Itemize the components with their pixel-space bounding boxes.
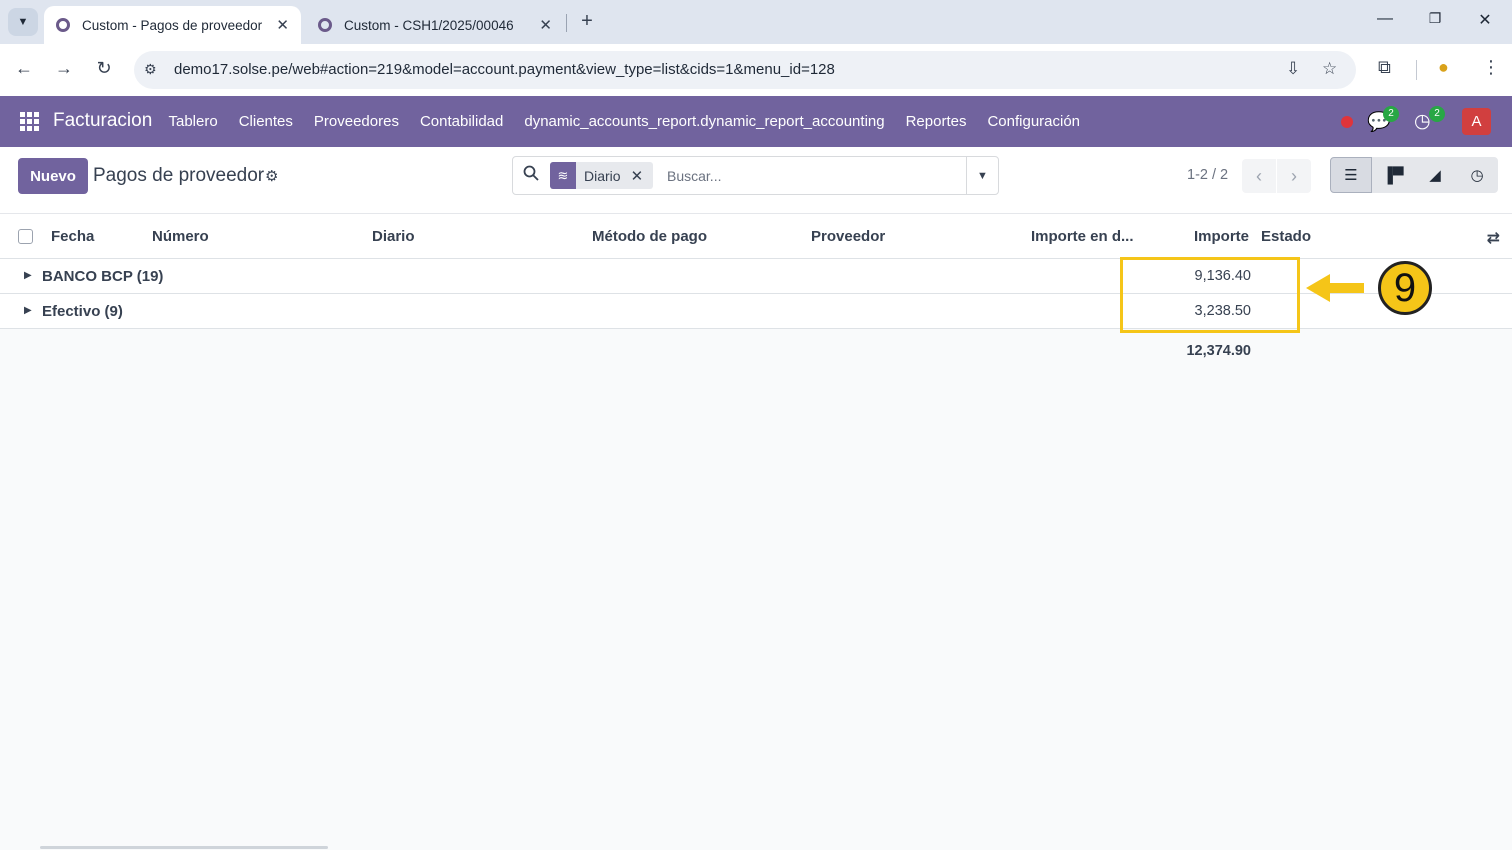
- forward-button[interactable]: →: [52, 58, 76, 79]
- column-diario[interactable]: Diario: [372, 228, 415, 245]
- window-close-button[interactable]: ✕: [1470, 10, 1500, 30]
- list-footer-total: 12,374.90: [0, 329, 1512, 373]
- menu-item-configuracion[interactable]: Configuración: [977, 113, 1091, 130]
- highlight-box: [1120, 257, 1300, 333]
- minimize-button[interactable]: —: [1370, 10, 1400, 28]
- close-icon[interactable]: ✕: [629, 162, 654, 189]
- gear-icon[interactable]: ⚙: [265, 167, 278, 185]
- column-numero[interactable]: Número: [152, 228, 209, 245]
- graph-view-button[interactable]: ◢: [1414, 157, 1456, 193]
- browser-tab[interactable]: Custom - CSH1/2025/00046 ✕: [306, 6, 564, 44]
- column-metodo-pago[interactable]: Método de pago: [592, 228, 707, 245]
- browser-tab-strip: ▼ Custom - Pagos de proveedor ✕ Custom -…: [0, 0, 1512, 44]
- chevron-right-icon: ›: [1291, 165, 1297, 186]
- close-icon[interactable]: ✕: [276, 16, 289, 34]
- tab-divider: [566, 14, 567, 32]
- search-facet: ≋ Diario ✕: [550, 162, 654, 189]
- list-icon: ☰: [1344, 167, 1358, 184]
- menu-item-reportes[interactable]: Reportes: [895, 113, 977, 130]
- menu-item-dynamic-report[interactable]: dynamic_accounts_report.dynamic_report_a…: [514, 113, 895, 130]
- step-number-badge: 9: [1378, 261, 1432, 315]
- horizontal-scrollbar[interactable]: [40, 846, 328, 849]
- site-info-icon[interactable]: ⚙: [144, 61, 157, 78]
- profile-icon[interactable]: ●: [1438, 57, 1449, 78]
- install-icon[interactable]: ⇩: [1286, 59, 1300, 79]
- pager-value[interactable]: 1-2 / 2: [1187, 167, 1228, 183]
- optional-columns-icon[interactable]: ⇄: [1487, 228, 1500, 248]
- group-by-icon: ≋: [550, 162, 576, 189]
- search-input[interactable]: [667, 165, 957, 187]
- status-dot[interactable]: [1341, 116, 1353, 128]
- group-name: Efectivo (9): [42, 303, 123, 320]
- caret-right-icon: ▶: [24, 270, 32, 281]
- kebab-icon[interactable]: ⋮: [1482, 57, 1500, 78]
- chevron-down-icon: ▼: [17, 16, 29, 28]
- caret-right-icon: ▶: [24, 305, 32, 316]
- menu-item-contabilidad[interactable]: Contabilidad: [409, 113, 513, 130]
- toolbar-divider: [1416, 60, 1417, 80]
- activities-badge: 2: [1429, 106, 1445, 122]
- search-bar: ≋ Diario ✕ ▼: [512, 156, 999, 195]
- new-button[interactable]: Nuevo: [18, 158, 88, 194]
- search-icon: [523, 165, 539, 181]
- arrow-left-icon: [1306, 274, 1364, 302]
- view-switcher: ☰ ▐▀ ◢ ◷: [1330, 157, 1498, 193]
- select-all-checkbox[interactable]: [18, 229, 33, 244]
- kanban-view-button[interactable]: ▐▀: [1372, 157, 1414, 193]
- column-importe-divisa[interactable]: Importe en d...: [1031, 228, 1134, 245]
- total-amount: 12,374.90: [1186, 343, 1251, 359]
- tab-title: Custom - Pagos de proveedor: [82, 17, 263, 33]
- main-menu: Tablero Clientes Proveedores Contabilida…: [158, 96, 1091, 147]
- chevron-left-icon: ‹: [1256, 165, 1262, 186]
- browser-tab-active[interactable]: Custom - Pagos de proveedor ✕: [44, 6, 301, 44]
- list-view-button[interactable]: ☰: [1330, 157, 1372, 193]
- facet-value: Diario: [584, 167, 621, 184]
- area-chart-icon: ◢: [1429, 167, 1441, 184]
- column-proveedor[interactable]: Proveedor: [811, 228, 885, 245]
- menu-item-proveedores[interactable]: Proveedores: [303, 113, 409, 130]
- column-fecha[interactable]: Fecha: [51, 228, 94, 245]
- puzzle-icon[interactable]: ⧉: [1378, 57, 1391, 78]
- group-name: BANCO BCP (19): [42, 268, 164, 285]
- back-button[interactable]: ←: [12, 58, 36, 79]
- activity-view-button[interactable]: ◷: [1456, 157, 1498, 193]
- pager-previous-button[interactable]: ‹: [1242, 159, 1276, 193]
- kanban-icon: ▐▀: [1382, 166, 1404, 184]
- close-icon[interactable]: ✕: [539, 16, 552, 34]
- clock-icon: ◷: [1470, 167, 1484, 184]
- list-header: Fecha Número Diario Método de pago Prove…: [0, 214, 1512, 259]
- restore-button[interactable]: ❐: [1420, 10, 1450, 27]
- caret-down-icon: ▼: [977, 169, 988, 182]
- search-options-toggle[interactable]: ▼: [966, 157, 998, 194]
- column-estado[interactable]: Estado: [1261, 228, 1311, 245]
- browser-toolbar: ← → ↻ ⚙ demo17.solse.pe/web#action=219&m…: [0, 44, 1512, 96]
- app-brand[interactable]: Facturacion: [53, 110, 152, 132]
- address-bar[interactable]: ⚙ demo17.solse.pe/web#action=219&model=a…: [134, 51, 1356, 89]
- reload-button[interactable]: ↻: [92, 58, 116, 79]
- star-icon[interactable]: ☆: [1322, 59, 1337, 79]
- apps-menu-icon[interactable]: [20, 112, 39, 131]
- control-panel: Nuevo Pagos de proveedor ⚙ ≋ Diario ✕ ▼ …: [0, 147, 1512, 214]
- new-tab-button[interactable]: +: [576, 10, 598, 33]
- tab-title: Custom - CSH1/2025/00046: [344, 17, 514, 33]
- messages-badge: 2: [1383, 106, 1399, 122]
- odoo-main-navbar: Facturacion Tablero Clientes Proveedores…: [0, 96, 1512, 147]
- odoo-favicon-icon: [318, 18, 332, 32]
- tab-list-button[interactable]: ▼: [8, 8, 38, 36]
- pager-next-button[interactable]: ›: [1277, 159, 1311, 193]
- menu-item-tablero[interactable]: Tablero: [158, 113, 228, 130]
- menu-item-clientes[interactable]: Clientes: [228, 113, 303, 130]
- avatar[interactable]: A: [1462, 108, 1491, 135]
- odoo-favicon-icon: [56, 18, 70, 32]
- page-title: Pagos de proveedor: [93, 165, 265, 186]
- column-importe[interactable]: Importe: [1194, 228, 1249, 245]
- url-text[interactable]: demo17.solse.pe/web#action=219&model=acc…: [174, 61, 835, 78]
